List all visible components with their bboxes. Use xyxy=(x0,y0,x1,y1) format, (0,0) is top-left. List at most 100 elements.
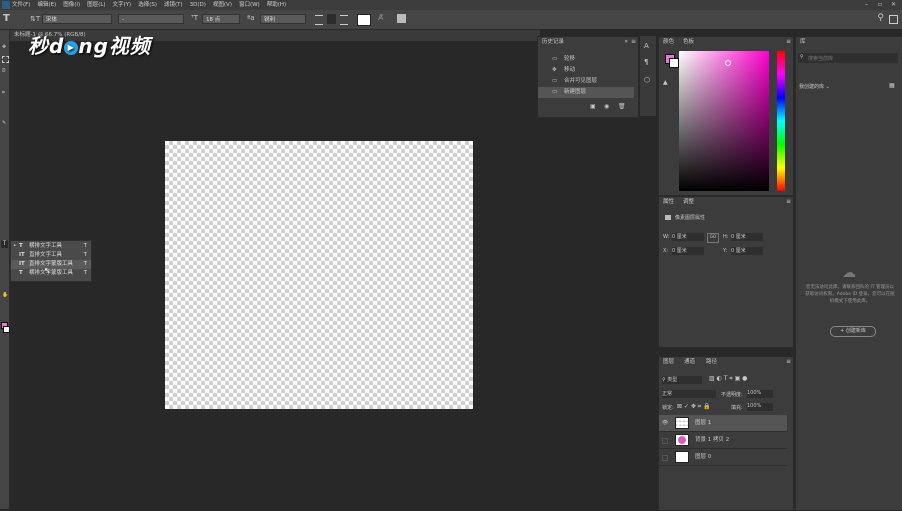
workspace-icon[interactable] xyxy=(889,15,898,24)
panel-menu-icon[interactable]: ≡ xyxy=(786,358,791,365)
fill-field[interactable]: 100% xyxy=(747,403,773,411)
eye-icon[interactable]: 👁 xyxy=(662,415,668,431)
menu-layer[interactable]: 图层(L) xyxy=(87,0,105,10)
tab-layers[interactable]: 图层 xyxy=(663,357,674,368)
panel-menu-icon[interactable]: ≡ xyxy=(631,38,636,45)
type-tool-icon[interactable]: T xyxy=(3,13,10,24)
panel-menu-icon[interactable]: ≡ xyxy=(786,38,791,45)
horizontal-type-tool-item[interactable]: • T 横排文字工具 T xyxy=(11,242,91,251)
create-library-button[interactable]: + 创建新库 xyxy=(830,326,876,337)
link-dimensions-button[interactable]: GO xyxy=(707,233,719,243)
menu-help[interactable]: 帮助(H) xyxy=(267,0,286,10)
tab-swatches[interactable]: 色板 xyxy=(683,37,694,48)
menu-select[interactable]: 选择(S) xyxy=(138,0,157,10)
tab-adjustments[interactable]: 调整 xyxy=(683,197,694,208)
type-tool-icon-active[interactable]: T xyxy=(1,240,8,248)
opacity-field[interactable]: 100% xyxy=(747,390,773,398)
history-item[interactable]: ▭ 轮移 xyxy=(538,54,634,65)
grid-view-icon[interactable]: ▦ xyxy=(889,82,895,89)
brush-tool-icon[interactable]: ✎ xyxy=(2,120,6,126)
new-document-icon[interactable]: ▣ xyxy=(590,103,596,110)
vertical-type-tool-item[interactable]: IT 直排文字工具 T xyxy=(11,251,91,260)
library-search-input[interactable]: ⚲ 搜索当前库 xyxy=(798,53,898,63)
h-field[interactable]: 0 厘米 xyxy=(731,233,763,241)
history-item[interactable]: ▭ 合并可见图层 xyxy=(538,76,634,87)
hand-tool-icon[interactable]: ✋ xyxy=(2,292,8,298)
3d-icon[interactable]: ⬡ xyxy=(644,76,650,84)
paragraph-icon[interactable]: ¶ xyxy=(644,58,648,66)
panel-collapse-icon[interactable]: » xyxy=(624,38,628,45)
tab-paths[interactable]: 路径 xyxy=(706,357,717,368)
tab-color[interactable]: 颜色 xyxy=(663,37,674,48)
menu-view[interactable]: 视图(V) xyxy=(213,0,232,10)
panel-menu-icon[interactable]: ≡ xyxy=(786,198,791,205)
horizontal-type-mask-tool-item[interactable]: T 横排文字蒙版工具 T xyxy=(11,269,91,278)
layer-row[interactable]: 图层 0 xyxy=(659,449,787,466)
background-color-swatch[interactable] xyxy=(3,326,10,333)
menu-type[interactable]: 文字(Y) xyxy=(113,0,132,10)
history-item-selected[interactable]: ▭ 新建图层 xyxy=(538,87,634,98)
tab-channels[interactable]: 通道 xyxy=(684,357,695,368)
search-icon[interactable]: ⚲ xyxy=(877,13,884,23)
visibility-toggle[interactable] xyxy=(662,438,668,444)
align-right-icon[interactable] xyxy=(340,15,348,25)
move-tool-icon[interactable]: ✥ xyxy=(2,44,6,50)
text-color-swatch[interactable] xyxy=(357,14,371,26)
library-dropdown[interactable]: 我创建的库 ⌄ xyxy=(799,83,830,90)
hue-slider[interactable] xyxy=(777,51,785,191)
ps-logo-icon xyxy=(2,1,10,9)
lasso-tool-icon[interactable]: ᘐ xyxy=(2,68,6,74)
character-icon[interactable]: A xyxy=(644,42,649,50)
y-field[interactable]: 0 厘米 xyxy=(731,247,763,255)
marquee-tool-icon[interactable] xyxy=(2,56,9,63)
blend-mode-select[interactable]: 正常 xyxy=(662,390,716,398)
layer-row[interactable]: 👁 图层 1 xyxy=(659,415,787,432)
warning-icon: ▲ xyxy=(663,79,668,86)
font-family-select[interactable]: 宋体 xyxy=(42,14,112,24)
font-style-select[interactable]: - xyxy=(118,14,184,24)
layer-name: 图层 1 xyxy=(695,420,712,426)
x-field[interactable]: 0 厘米 xyxy=(672,247,704,255)
orientation-toggle-icon[interactable]: ⇅T xyxy=(30,15,40,23)
y-label: Y: xyxy=(723,248,728,254)
menu-edit[interactable]: 编辑(E) xyxy=(37,0,56,10)
lock-icons[interactable]: ⊠ ✓ ✥ ⌗ 🔒 xyxy=(677,403,711,411)
font-size-icon: ᵀT xyxy=(191,14,198,22)
crop-tool-icon[interactable]: ⌗ xyxy=(2,90,5,96)
character-panel-icon[interactable] xyxy=(397,14,406,23)
menu-file[interactable]: 文件(F) xyxy=(12,0,30,10)
delete-icon[interactable]: 🗑 xyxy=(618,103,626,110)
align-center-icon[interactable] xyxy=(327,14,336,24)
transparent-canvas[interactable] xyxy=(165,141,473,409)
libraries-panel: 库 ⚲ 搜索当前库 我创建的库 ⌄ ▦ ☁ 您无法访问此库。请联系团队的 IT … xyxy=(795,36,902,511)
tab-properties[interactable]: 属性 xyxy=(663,197,674,208)
warp-text-icon[interactable]: Ⱥ xyxy=(378,13,383,22)
bg-color-swatch[interactable] xyxy=(669,58,679,68)
menu-filter[interactable]: 滤镜(T) xyxy=(164,0,183,10)
horizontal-type-mask-icon: T xyxy=(19,270,23,276)
menu-image[interactable]: 图像(I) xyxy=(63,0,80,10)
history-tab[interactable]: 历史记录 xyxy=(542,37,564,48)
saturation-brightness-field[interactable] xyxy=(679,51,769,191)
opacity-label: 不透明度: xyxy=(721,392,743,398)
minimize-icon[interactable]: – xyxy=(865,0,868,10)
menu-window[interactable]: 窗口(W) xyxy=(239,0,260,10)
options-bar: T ⇅T 宋体 - ᵀT 18 点 ªa 锐利 Ⱥ ⚲ xyxy=(0,10,902,30)
visibility-toggle[interactable] xyxy=(662,455,668,461)
snapshot-icon[interactable]: ◉ xyxy=(604,103,609,110)
layer-row[interactable]: 背景 1 拷贝 2 xyxy=(659,432,787,449)
w-field[interactable]: 0 厘米 xyxy=(672,233,704,241)
layers-panel: 图层 通道 路径 ≡ ⚲ 类型 ▨ ◐ T ⌗ ▣ ● 正常 不透明度: 100… xyxy=(658,356,794,511)
close-icon[interactable]: ✕ xyxy=(891,0,896,10)
menu-3d[interactable]: 3D(D) xyxy=(190,0,206,10)
tab-libraries[interactable]: 库 xyxy=(800,37,806,48)
filter-icons[interactable]: ▨ ◐ T ⌗ ▣ ● xyxy=(709,375,747,383)
history-item[interactable]: ✥ 移动 xyxy=(538,65,634,76)
color-picker-ring[interactable] xyxy=(725,60,731,66)
font-size-select[interactable]: 18 点 xyxy=(202,14,240,24)
antialias-select[interactable]: 锐利 xyxy=(260,14,306,24)
align-left-icon[interactable] xyxy=(315,15,323,25)
layer-filter-select[interactable]: ⚲ 类型 xyxy=(662,376,702,384)
maximize-icon[interactable]: ▫ xyxy=(878,0,882,10)
vertical-type-mask-tool-item[interactable]: IT 直排文字蒙版工具 T xyxy=(11,260,91,269)
